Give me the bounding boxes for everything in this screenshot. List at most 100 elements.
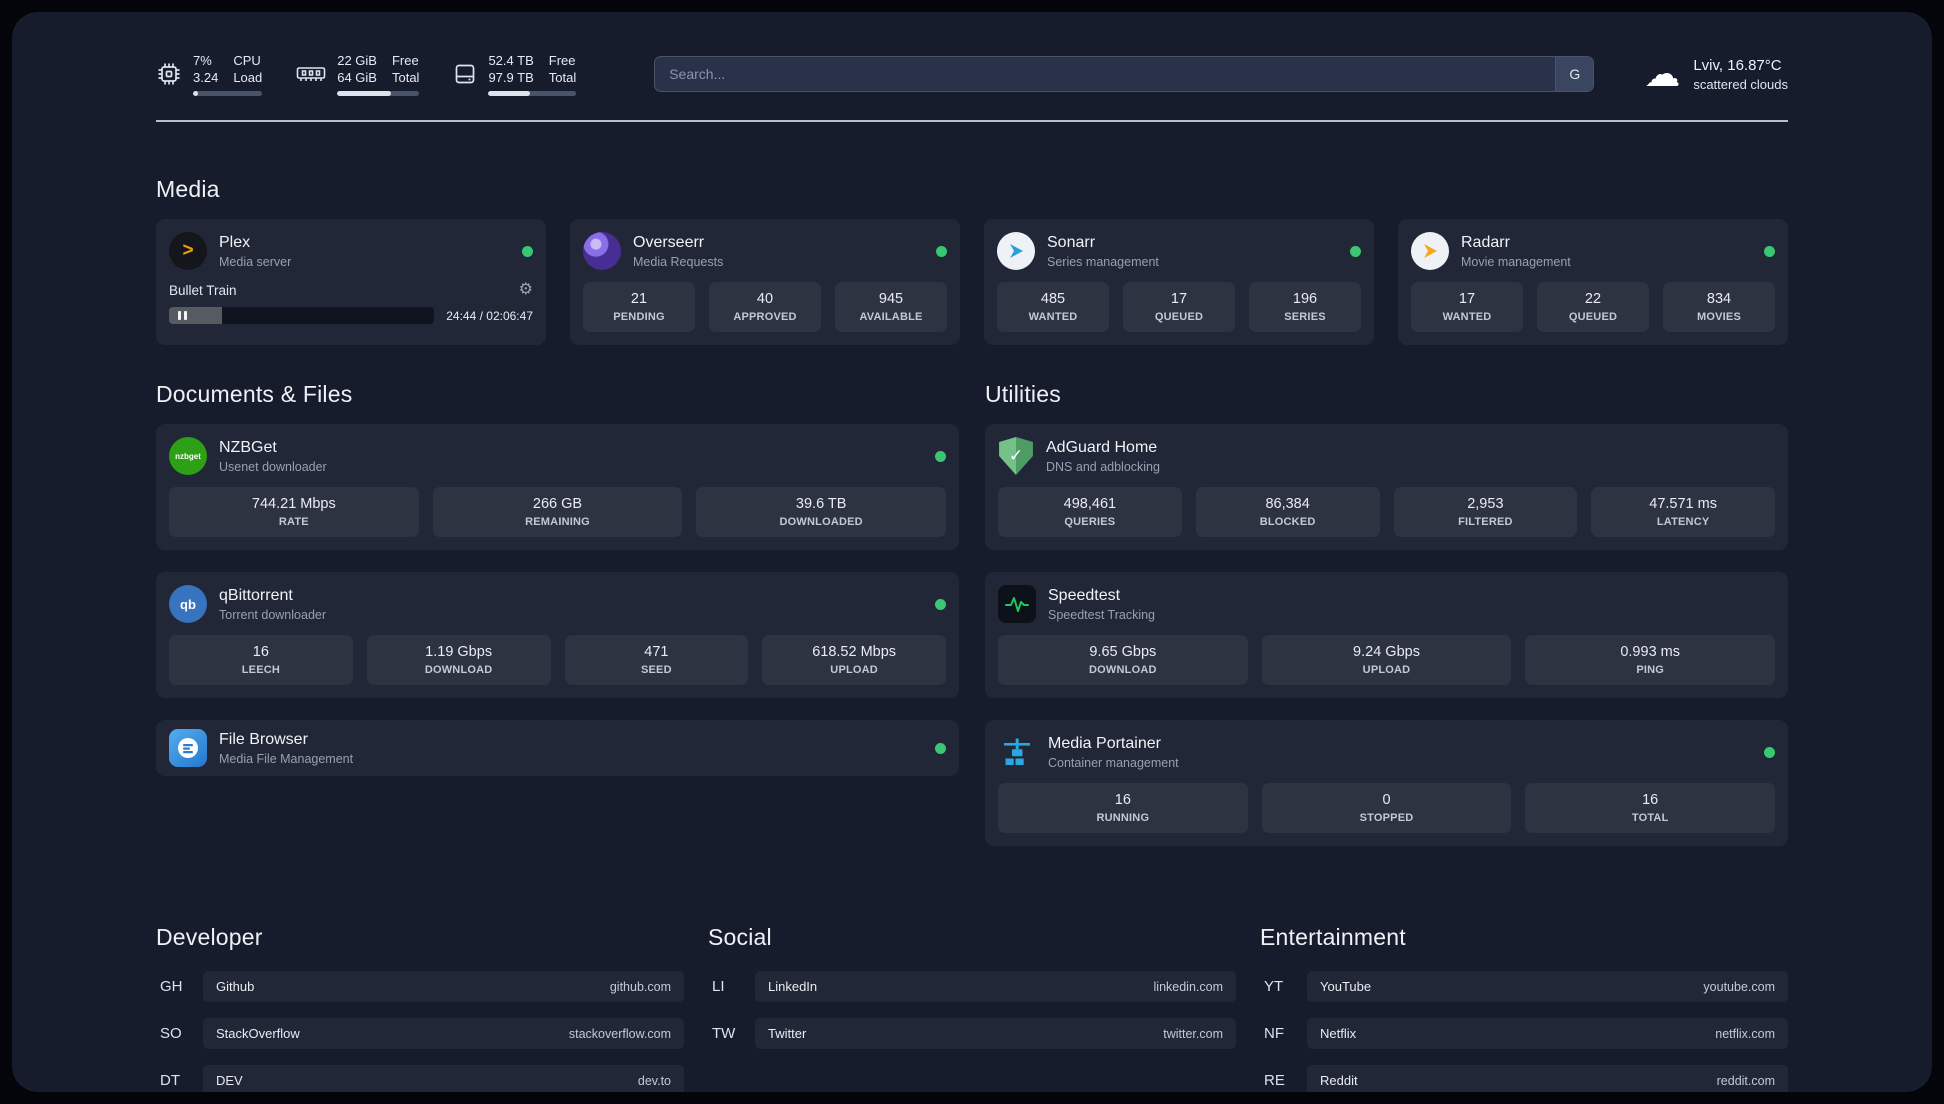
cpu-icon xyxy=(156,61,182,87)
cpu-values: 7% 3.24 xyxy=(193,52,218,86)
gear-icon[interactable]: ⚙ xyxy=(519,282,533,298)
stat-tile: 16 LEECH xyxy=(169,635,353,685)
speedtest-card[interactable]: Speedtest Speedtest Tracking 9.65 Gbps D… xyxy=(985,572,1788,698)
service-name: qBittorrent xyxy=(219,586,293,604)
disk-label-free: Free xyxy=(548,53,576,68)
service-desc: Speedtest Tracking xyxy=(1048,607,1156,622)
adguard-card[interactable]: ✓ AdGuard Home DNS and adblocking 498,46… xyxy=(985,424,1788,550)
bookmark-group-social: Social LI LinkedIn linkedin.com TW Twitt… xyxy=(708,924,1236,1092)
search-provider-button[interactable]: G xyxy=(1555,57,1594,91)
bookmark-stackoverflow[interactable]: SO StackOverflow stackoverflow.com xyxy=(156,1018,684,1049)
sonarr-card[interactable]: Sonarr Series management 485 WANTED 17 Q… xyxy=(984,219,1374,345)
service-desc: Media File Management xyxy=(219,751,354,766)
service-name: Speedtest xyxy=(1048,586,1121,604)
stat-tile: 40 APPROVED xyxy=(709,282,821,332)
bookmark-url: linkedin.com xyxy=(1153,979,1223,994)
service-desc: Torrent downloader xyxy=(219,607,327,622)
ram-icon xyxy=(296,63,326,85)
bookmark-name: Twitter xyxy=(768,1026,807,1041)
weather-condition: scattered clouds xyxy=(1693,76,1788,92)
ram-label-total: Total xyxy=(391,70,420,85)
bookmark-group-entertainment: Entertainment YT YouTube youtube.com NF … xyxy=(1260,924,1788,1092)
stat-tile: 485 WANTED xyxy=(997,282,1109,332)
service-desc: Media server xyxy=(219,254,292,269)
playback-progress-fill xyxy=(169,307,223,324)
stat-tile: 17 WANTED xyxy=(1411,282,1523,332)
bookmark-url: dev.to xyxy=(637,1073,671,1088)
bookmark-name: StackOverflow xyxy=(216,1026,300,1041)
bookmark-group-developer: Developer GH Github github.com SO StackO… xyxy=(156,924,684,1092)
social-group-title: Social xyxy=(708,924,772,950)
bookmark-abbr: RE xyxy=(1264,1072,1285,1089)
sonarr-icon xyxy=(997,232,1035,270)
disk-labels: Free Total xyxy=(549,52,576,86)
bookmark-github[interactable]: GH Github github.com xyxy=(156,971,684,1002)
bookmark-twitter[interactable]: TW Twitter twitter.com xyxy=(708,1018,1236,1049)
service-name: Plex xyxy=(219,233,251,251)
media-section-title: Media xyxy=(156,176,220,202)
stat-tile: 21 PENDING xyxy=(583,282,695,332)
stat-tile: 16 RUNNING xyxy=(998,783,1248,833)
pause-icon[interactable] xyxy=(178,307,187,324)
dashboard: 7% 3.24 CPU Load 22 GiB 64 GiB Free Tota… xyxy=(12,12,1932,1092)
bookmark-youtube[interactable]: YT YouTube youtube.com xyxy=(1260,971,1788,1002)
search-bar: G xyxy=(654,56,1595,92)
service-name: Media Portainer xyxy=(1048,734,1161,752)
nzbget-card[interactable]: nzbget NZBGet Usenet downloader 744.21 M… xyxy=(156,424,959,550)
ram-values: 22 GiB 64 GiB xyxy=(337,52,377,86)
status-dot xyxy=(522,245,533,257)
cpu-widget: 7% 3.24 CPU Load xyxy=(156,52,263,96)
speedtest-icon xyxy=(998,585,1036,623)
stat-tile: 1.19 Gbps DOWNLOAD xyxy=(366,635,551,685)
ram-total: 64 GiB xyxy=(337,70,377,85)
cpu-labels: CPU Load xyxy=(233,52,262,86)
ram-label-free: Free xyxy=(391,53,419,68)
service-name: Overseerr xyxy=(633,233,705,251)
cpu-label-bottom: Load xyxy=(233,70,263,85)
stat-tile: 618.52 Mbps UPLOAD xyxy=(762,635,946,685)
stat-tile: 834 MOVIES xyxy=(1663,282,1775,332)
bookmark-dev[interactable]: DT DEV dev.to xyxy=(156,1065,684,1092)
stat-tile: 0 STOPPED xyxy=(1261,783,1512,833)
ram-meter xyxy=(337,91,420,96)
stat-tile: 9.24 Gbps UPLOAD xyxy=(1261,635,1512,685)
bookmark-name: Github xyxy=(216,979,255,994)
bookmark-abbr: GH xyxy=(160,978,183,995)
media-section: Media > Plex Media server Bullet Train ⚙ xyxy=(156,176,1788,345)
weather-widget[interactable]: ☁ Lviv, 16.87°C scattered clouds xyxy=(1644,56,1788,92)
top-bar: 7% 3.24 CPU Load 22 GiB 64 GiB Free Tota… xyxy=(156,52,1788,96)
stat-tile: 744.21 Mbps RATE xyxy=(169,487,419,537)
status-dot xyxy=(1764,245,1775,257)
header-divider xyxy=(156,120,1788,122)
qbittorrent-card[interactable]: qb qBittorrent Torrent downloader 16 LEE… xyxy=(156,572,959,698)
bookmark-url: youtube.com xyxy=(1703,979,1775,994)
plex-card[interactable]: > Plex Media server Bullet Train ⚙ 24:44… xyxy=(156,219,546,345)
overseerr-card[interactable]: Overseerr Media Requests 21 PENDING 40 A… xyxy=(570,219,960,345)
cloud-icon: ☁ xyxy=(1644,53,1681,94)
radarr-card[interactable]: Radarr Movie management 17 WANTED 22 QUE… xyxy=(1398,219,1788,345)
bookmark-abbr: NF xyxy=(1264,1025,1284,1042)
service-name: Radarr xyxy=(1461,233,1510,251)
stat-tile: 945 AVAILABLE xyxy=(835,282,947,332)
adguard-icon: ✓ xyxy=(999,437,1033,475)
stat-tile: 47.571 ms LATENCY xyxy=(1591,487,1775,537)
stat-tile: 9.65 Gbps DOWNLOAD xyxy=(998,635,1248,685)
disk-meter xyxy=(488,91,577,96)
bookmark-netflix[interactable]: NF Netflix netflix.com xyxy=(1260,1018,1788,1049)
cpu-loadavg: 3.24 xyxy=(193,70,219,85)
cpu-percent: 7% xyxy=(193,53,212,68)
stat-tile: 498,461 QUERIES xyxy=(998,487,1182,537)
search-input[interactable] xyxy=(655,57,1556,91)
bookmark-reddit[interactable]: RE Reddit reddit.com xyxy=(1260,1065,1788,1092)
bookmark-abbr: DT xyxy=(160,1072,180,1089)
documents-section-title: Documents & Files xyxy=(156,381,353,407)
bookmark-abbr: LI xyxy=(712,978,725,995)
filebrowser-card[interactable]: File Browser Media File Management xyxy=(156,720,959,776)
bookmark-name: LinkedIn xyxy=(768,979,818,994)
bookmark-linkedin[interactable]: LI LinkedIn linkedin.com xyxy=(708,971,1236,1002)
bookmark-url: stackoverflow.com xyxy=(568,1026,671,1041)
disk-icon xyxy=(453,62,477,86)
portainer-card[interactable]: Media Portainer Container management 16 … xyxy=(985,720,1788,846)
bookmark-abbr: TW xyxy=(712,1025,736,1042)
bookmark-url: netflix.com xyxy=(1715,1026,1775,1041)
